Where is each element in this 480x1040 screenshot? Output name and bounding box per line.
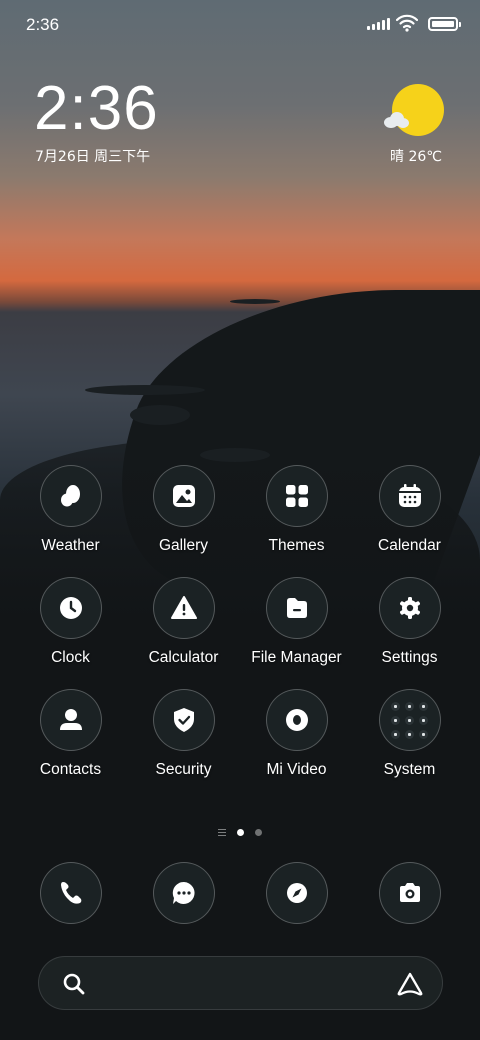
app-label: Calculator <box>148 649 219 666</box>
page-dot-active[interactable] <box>237 829 244 836</box>
app-label: Security <box>155 761 212 778</box>
clock-widget-time[interactable]: 2:36 <box>34 78 159 140</box>
status-time: 2:36 <box>26 15 60 34</box>
app-file-manager[interactable]: File Manager <box>240 577 353 667</box>
dock-messages[interactable] <box>127 862 240 924</box>
clock-widget-date[interactable]: 7月26日 周三下午 <box>35 146 150 166</box>
app-label: Weather <box>41 537 100 554</box>
messages-icon[interactable] <box>152 862 215 924</box>
app-label: Contacts <box>39 761 102 778</box>
wifi-icon <box>396 14 418 32</box>
voice-assistant-icon[interactable] <box>396 971 424 997</box>
dock-browser[interactable] <box>240 862 353 924</box>
camera-icon[interactable] <box>378 862 441 924</box>
file-manager-icon[interactable] <box>265 577 328 639</box>
app-system-folder[interactable]: System <box>353 689 466 779</box>
page-indicator[interactable] <box>0 829 480 836</box>
gallery-icon[interactable] <box>152 465 215 527</box>
app-calendar[interactable]: Calendar <box>353 465 466 555</box>
app-label: Calendar <box>378 537 441 554</box>
app-contacts[interactable]: Contacts <box>14 689 127 779</box>
app-label: Gallery <box>158 537 209 554</box>
video-icon[interactable] <box>265 689 328 751</box>
status-bar: 2:36 <box>0 0 480 50</box>
dock-camera[interactable] <box>353 862 466 924</box>
wallpaper-island <box>230 299 280 304</box>
dock <box>14 862 466 924</box>
app-label: Clock <box>51 649 90 666</box>
dock-phone[interactable] <box>14 862 127 924</box>
app-settings[interactable]: Settings <box>353 577 466 667</box>
themes-icon[interactable] <box>265 465 328 527</box>
battery-icon <box>428 17 461 31</box>
wallpaper-rock <box>85 385 205 395</box>
page-dot[interactable] <box>255 829 262 836</box>
app-grid: Weather Gallery Themes Calendar Clock Ca… <box>14 465 466 779</box>
wallpaper-rock <box>130 405 190 425</box>
app-themes[interactable]: Themes <box>240 465 353 555</box>
app-label: Themes <box>268 537 325 554</box>
app-weather[interactable]: Weather <box>14 465 127 555</box>
app-label: Settings <box>381 649 438 666</box>
app-label: Mi Video <box>266 761 327 778</box>
phone-icon[interactable] <box>39 862 102 924</box>
wallpaper-rock <box>200 448 270 462</box>
app-security[interactable]: Security <box>127 689 240 779</box>
system-folder-icon[interactable] <box>378 689 441 751</box>
app-clock[interactable]: Clock <box>14 577 127 667</box>
app-calculator[interactable]: Calculator <box>127 577 240 667</box>
app-label: File Manager <box>251 649 342 666</box>
calculator-icon[interactable] <box>152 577 215 639</box>
app-gallery[interactable]: Gallery <box>127 465 240 555</box>
cloud-icon <box>384 112 410 128</box>
search-icon[interactable] <box>61 971 87 997</box>
weather-icon[interactable] <box>39 465 102 527</box>
app-mi-video[interactable]: Mi Video <box>240 689 353 779</box>
security-icon[interactable] <box>152 689 215 751</box>
clock-icon[interactable] <box>39 577 102 639</box>
signal-icon <box>367 18 390 30</box>
search-bar[interactable] <box>38 956 443 1010</box>
calendar-icon[interactable] <box>378 465 441 527</box>
sun-icon[interactable] <box>392 84 444 136</box>
weather-text[interactable]: 晴 26℃ <box>390 146 442 166</box>
browser-icon[interactable] <box>265 862 328 924</box>
app-label: System <box>383 761 436 778</box>
menu-lines-icon <box>218 829 226 836</box>
settings-icon[interactable] <box>378 577 441 639</box>
contacts-icon[interactable] <box>39 689 102 751</box>
